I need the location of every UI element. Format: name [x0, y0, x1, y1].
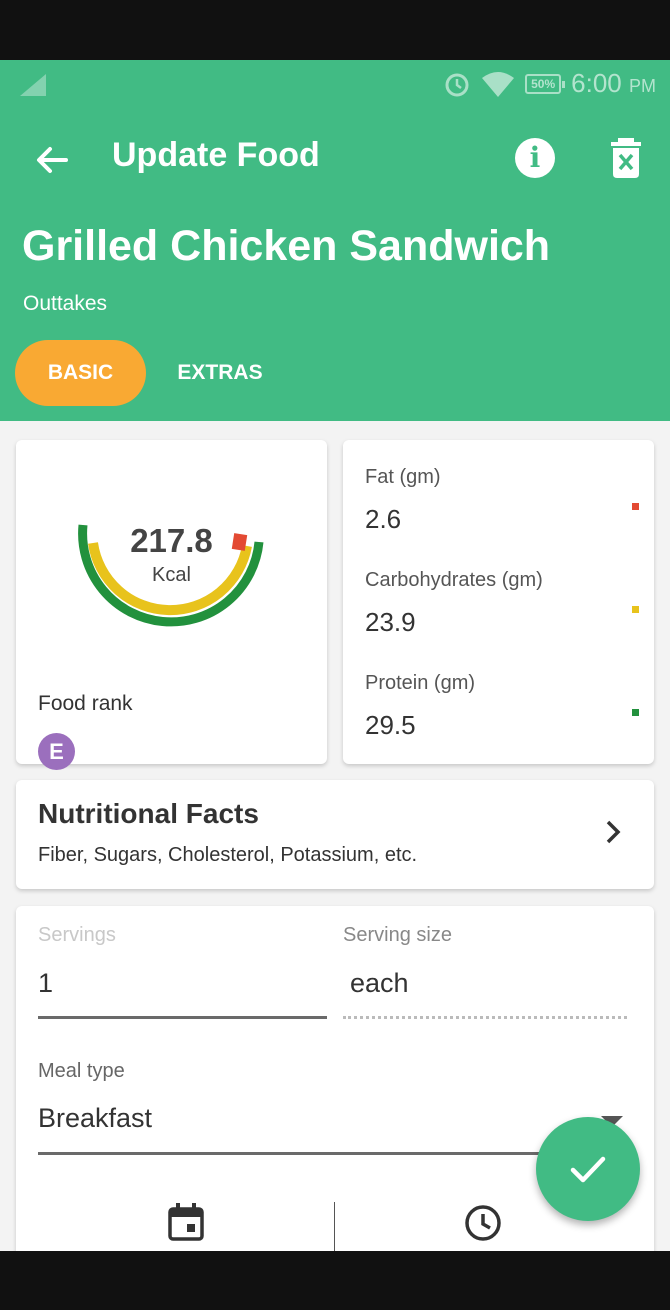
top-black-bar — [0, 0, 670, 60]
page-title: Update Food — [112, 136, 320, 174]
nutritional-facts-card[interactable]: Nutritional Facts Fiber, Sugars, Cholest… — [16, 780, 654, 889]
macros-card: Fat (gm) 2.6 Carbohydrates (gm) 23.9 Pro… — [343, 440, 654, 764]
info-icon[interactable]: i — [515, 138, 555, 178]
app-bar: Update Food i — [0, 120, 670, 196]
tab-basic[interactable]: BASIC — [15, 340, 146, 406]
carbs-color-dot — [632, 606, 639, 613]
save-fab-button[interactable] — [536, 1117, 640, 1221]
tab-extras[interactable]: EXTRAS — [160, 340, 280, 406]
chevron-right-icon — [606, 820, 621, 844]
servings-input[interactable]: 1 — [38, 968, 53, 999]
alarm-icon — [445, 73, 469, 96]
date-time-divider — [334, 1202, 335, 1251]
calorie-card: 217.8 Kcal Food rank E — [16, 440, 327, 770]
delete-icon[interactable] — [608, 138, 644, 178]
status-time: 6:00 PM — [571, 68, 656, 98]
meal-type-label: Meal type — [38, 1060, 125, 1082]
fat-label: Fat (gm) — [365, 466, 441, 488]
serving-size-input[interactable]: each — [350, 968, 409, 999]
battery-indicator: 50% — [525, 73, 566, 94]
fat-value: 2.6 — [365, 504, 402, 534]
nutritional-facts-title: Nutritional Facts — [38, 798, 259, 829]
protein-color-dot — [632, 709, 639, 716]
signal-icon — [20, 74, 46, 96]
nutritional-facts-subtitle: Fiber, Sugars, Cholesterol, Potassium, e… — [38, 844, 418, 866]
food-brand: Outtakes — [23, 292, 108, 315]
servings-underline — [38, 1016, 327, 1019]
wifi-icon — [482, 71, 515, 97]
food-name: Grilled Chicken Sandwich — [22, 222, 551, 270]
protein-label: Protein (gm) — [365, 672, 476, 694]
screen: 50% 6:00 PM Update Food i Grilled Chicke… — [0, 0, 670, 1310]
protein-value: 29.5 — [365, 710, 416, 740]
calorie-unit: Kcal — [152, 564, 191, 586]
carbs-value: 23.9 — [365, 607, 416, 637]
clock-icon[interactable] — [464, 1204, 502, 1242]
calorie-value: 217.8 — [130, 522, 213, 559]
food-rank-badge: E — [38, 733, 75, 770]
check-icon — [570, 1156, 606, 1183]
carbs-label: Carbohydrates (gm) — [365, 569, 543, 591]
calendar-icon[interactable] — [168, 1203, 204, 1241]
serving-size-label: Serving size — [343, 924, 452, 946]
servings-label: Servings — [38, 924, 116, 946]
status-bar: 50% 6:00 PM — [0, 60, 670, 106]
bottom-black-bar — [0, 1251, 670, 1310]
fat-color-dot — [632, 503, 639, 510]
back-arrow-icon[interactable] — [30, 138, 74, 182]
serving-size-underline — [343, 1016, 627, 1019]
meal-type-select[interactable]: Breakfast — [38, 1103, 152, 1134]
food-rank-label: Food rank — [38, 692, 133, 715]
